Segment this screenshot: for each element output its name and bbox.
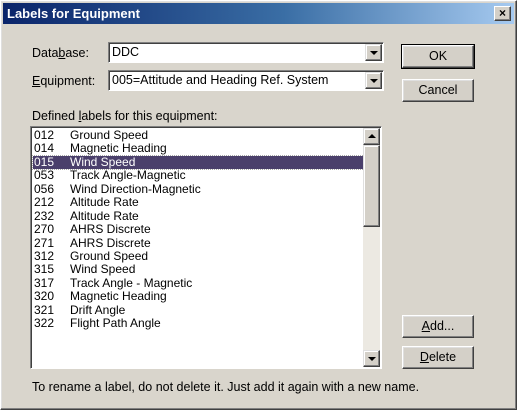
chevron-down-icon xyxy=(370,79,378,83)
ok-button[interactable]: OK xyxy=(401,44,475,69)
label-name: Magnetic Heading xyxy=(70,289,167,304)
label-name: Ground Speed xyxy=(70,128,149,142)
label-code: 015 xyxy=(34,154,55,169)
list-item[interactable]: 232 Altitude Rate xyxy=(33,208,364,223)
label-name: Magnetic Heading xyxy=(70,141,167,156)
list-item[interactable]: 312 Ground Speed xyxy=(33,248,364,263)
label-code: 014 xyxy=(34,141,55,156)
label-name: Wind Speed xyxy=(70,154,136,169)
label-name: Altitude Rate xyxy=(70,195,139,210)
label-name: AHRS Discrete xyxy=(70,222,151,237)
list-item[interactable]: 056 Wind Direction-Magnetic xyxy=(33,181,364,196)
close-icon: × xyxy=(498,6,506,20)
list-item[interactable]: 015 Wind Speed xyxy=(32,154,365,171)
list-item[interactable]: 014 Magnetic Heading xyxy=(33,141,364,156)
list-item[interactable]: 321 Drift Angle xyxy=(33,302,364,317)
labels-for-equipment-dialog: Labels for Equipment × Database: DDC Equ… xyxy=(0,0,517,410)
scroll-up-button[interactable] xyxy=(363,128,380,145)
equipment-select[interactable]: 005=Attitude and Heading Ref. System xyxy=(108,70,384,91)
label-code: 012 xyxy=(34,128,55,142)
label-code: 317 xyxy=(34,275,55,290)
chevron-up-icon xyxy=(368,134,376,138)
label-name: Wind Direction-Magnetic xyxy=(70,181,201,196)
database-value: DDC xyxy=(112,45,140,59)
add-button[interactable]: Add... xyxy=(402,315,474,338)
label-name: Track Angle - Magnetic xyxy=(70,275,193,290)
label-code: 321 xyxy=(34,302,55,317)
list-item[interactable]: 270 AHRS Discrete xyxy=(33,222,364,237)
equipment-label: Equipment: xyxy=(32,74,96,88)
scroll-down-button[interactable] xyxy=(363,350,380,367)
label-name: Ground Speed xyxy=(70,248,149,263)
label-code: 212 xyxy=(34,195,55,210)
label-code: 322 xyxy=(34,316,55,331)
label-code: 232 xyxy=(34,208,55,223)
vertical-scrollbar[interactable] xyxy=(363,128,380,367)
label-name: Drift Angle xyxy=(70,302,126,317)
list-item[interactable]: 271 AHRS Discrete xyxy=(33,235,364,250)
label-code: 053 xyxy=(34,168,55,183)
list-item[interactable]: 212 Altitude Rate xyxy=(33,195,364,210)
scrollbar-thumb[interactable] xyxy=(363,145,380,227)
delete-button[interactable]: Delete xyxy=(402,346,474,369)
defined-labels-caption: Defined labels for this equipment: xyxy=(32,109,218,123)
chevron-down-icon xyxy=(370,51,378,55)
database-dropdown-button[interactable] xyxy=(365,44,382,61)
list-item[interactable]: 317 Track Angle - Magnetic xyxy=(33,275,364,290)
database-select[interactable]: DDC xyxy=(108,42,384,63)
label-name: Altitude Rate xyxy=(70,208,139,223)
database-label: Database: xyxy=(32,46,89,60)
label-name: Flight Path Angle xyxy=(70,316,161,331)
label-name: Wind Speed xyxy=(70,262,136,277)
label-code: 320 xyxy=(34,289,55,304)
cancel-button[interactable]: Cancel xyxy=(402,79,474,102)
equipment-dropdown-button[interactable] xyxy=(365,72,382,89)
list-item[interactable]: 012 Ground Speed xyxy=(33,128,364,142)
list-item[interactable]: 315 Wind Speed xyxy=(33,262,364,277)
chevron-down-icon xyxy=(368,357,376,361)
label-code: 056 xyxy=(34,181,55,196)
label-name: Track Angle-Magnetic xyxy=(70,168,186,183)
list-item[interactable]: 053 Track Angle-Magnetic xyxy=(33,168,364,183)
label-code: 312 xyxy=(34,248,55,263)
window-title: Labels for Equipment xyxy=(7,6,140,21)
rename-hint: To rename a label, do not delete it. Jus… xyxy=(32,380,420,394)
equipment-value: 005=Attitude and Heading Ref. System xyxy=(112,73,329,87)
labels-listbox[interactable]: 012 Ground Speed 014 Magnetic Heading 015 Win… xyxy=(30,126,382,369)
label-code: 271 xyxy=(34,235,55,250)
labels-list-rows: 012 Ground Speed 014 Magnetic Heading 015 Win… xyxy=(32,128,365,331)
close-button[interactable]: × xyxy=(494,6,511,21)
list-item[interactable]: 320 Magnetic Heading xyxy=(33,289,364,304)
label-name: AHRS Discrete xyxy=(70,235,151,250)
list-item[interactable]: 322 Flight Path Angle xyxy=(33,316,364,331)
label-code: 315 xyxy=(34,262,55,277)
label-code: 270 xyxy=(34,222,55,237)
title-bar: Labels for Equipment × xyxy=(3,3,514,24)
